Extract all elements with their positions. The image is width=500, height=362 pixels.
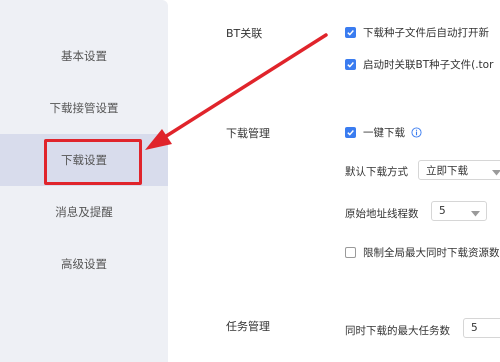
bt-option-auto-open[interactable]: 下载种子文件后自动打开新 [345,25,489,40]
checkbox-checked-icon[interactable] [345,59,356,70]
sidebar-item-advanced[interactable]: 高级设置 [0,238,168,290]
info-icon[interactable] [411,127,422,138]
select-value: 5 [439,205,446,217]
select-value: 立即下载 [426,164,468,177]
option-label: 启动时关联BT种子文件(.tor [363,59,494,71]
annotation-highlight-box [44,139,142,185]
checkbox-checked-icon[interactable] [345,27,356,38]
default-download-mode-select[interactable]: 立即下载 [418,160,500,180]
bt-option-associate-torrent[interactable]: 启动时关联BT种子文件(.tor [345,57,493,72]
sidebar-item-label: 高级设置 [61,257,107,271]
thread-count-label: 原始地址线程数 [345,208,419,220]
chevron-down-icon [471,208,480,220]
section-title-task: 任务管理 [226,320,270,333]
checkbox-unchecked-icon[interactable] [345,247,356,258]
option-label: 限制全局最大同时下载资源数 [363,247,500,259]
sidebar-item-download-takeover[interactable]: 下载接管设置 [0,82,168,134]
sidebar-item-label: 下载接管设置 [49,101,119,115]
max-concurrent-tasks-select[interactable]: 5 [463,318,500,338]
sidebar-item-notifications[interactable]: 消息及提醒 [0,186,168,238]
chevron-down-icon [492,167,500,179]
section-title-bt: BT关联 [226,27,263,40]
option-label: 下载种子文件后自动打开新 [363,27,489,39]
default-download-mode-label: 默认下载方式 [345,166,408,178]
sidebar-item-label: 消息及提醒 [55,205,113,219]
checkbox-checked-icon[interactable] [345,127,356,138]
section-title-download: 下载管理 [226,127,270,140]
limit-global-downloads-option[interactable]: 限制全局最大同时下载资源数 [345,245,500,260]
max-concurrent-tasks-label: 同时下载的最大任务数 [345,325,450,337]
select-value: 5 [471,322,478,334]
sidebar-item-basic-settings[interactable]: 基本设置 [0,30,168,82]
one-click-download-option[interactable]: 一键下载 [345,125,422,140]
thread-count-select[interactable]: 5 [431,201,487,221]
option-label: 一键下载 [363,127,405,139]
sidebar-item-label: 基本设置 [61,49,107,63]
